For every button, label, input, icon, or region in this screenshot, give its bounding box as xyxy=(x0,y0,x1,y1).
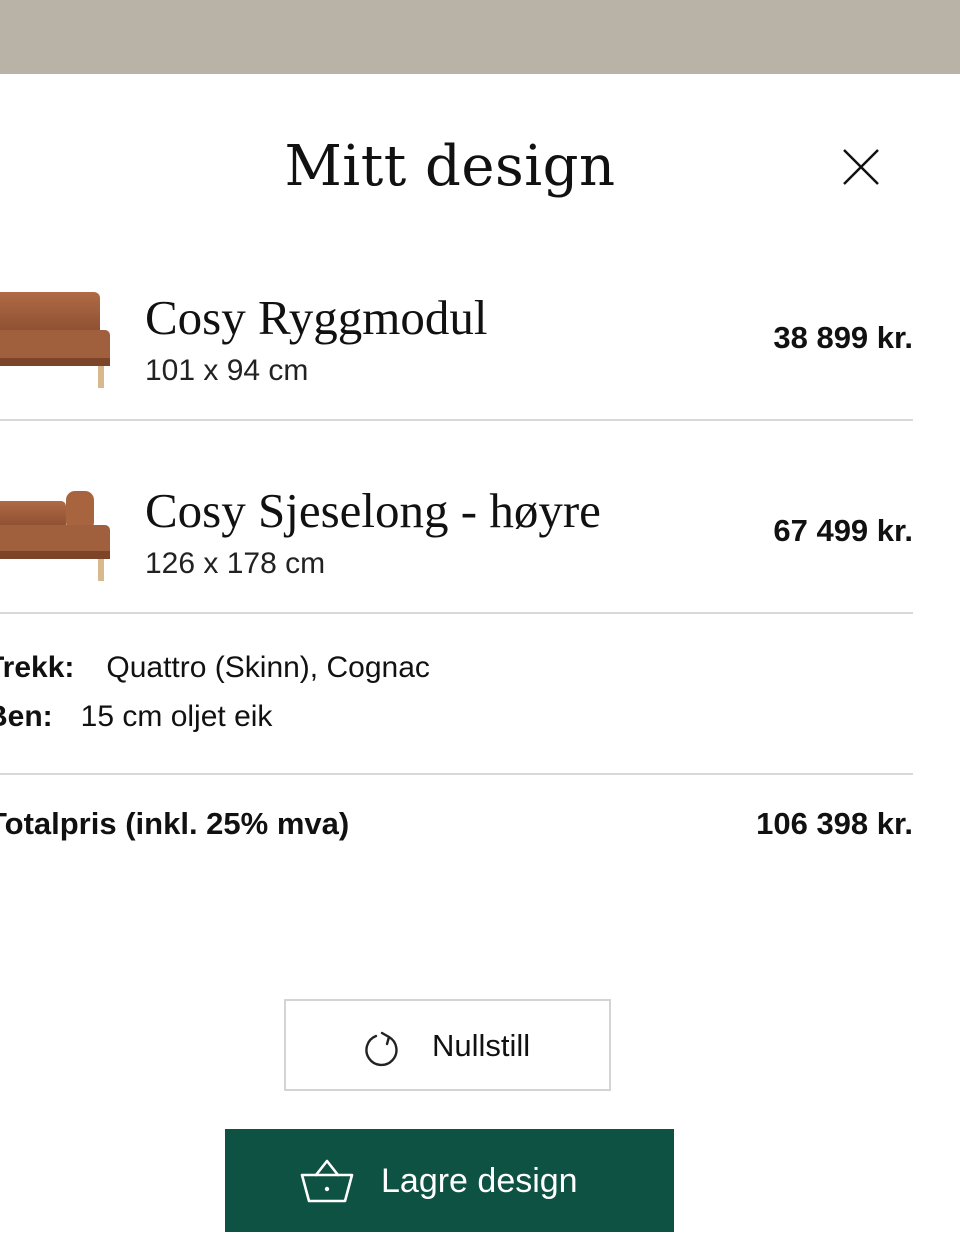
item-price: 38 899 kr. xyxy=(773,320,913,355)
spec-legs-value: 15 cm oljet eik xyxy=(80,700,273,733)
total-price-label: Totalpris (inkl. 25% mva) xyxy=(0,806,350,841)
modal-title: Mitt design xyxy=(284,134,616,199)
close-icon xyxy=(843,149,879,185)
basket-icon xyxy=(299,1157,355,1205)
close-button[interactable] xyxy=(838,144,884,190)
total-price-value: 106 398 kr. xyxy=(756,806,913,841)
spec-upholstery-value: Quattro (Skinn), Cognac xyxy=(106,651,430,684)
chaise-longue-right-image xyxy=(0,477,114,587)
page-backdrop xyxy=(0,0,960,74)
design-item: Cosy Sjeselong - høyre 126 x 178 cm 67 4… xyxy=(0,477,913,597)
design-summary-modal: Mitt design Cosy Ryggmodul 101 x 94 cm 3… xyxy=(0,74,960,1236)
design-item: Cosy Ryggmodul 101 x 94 cm 38 899 kr. xyxy=(0,284,913,404)
divider xyxy=(0,612,913,614)
divider xyxy=(0,773,913,775)
divider xyxy=(0,419,913,421)
save-design-button-label: Lagre design xyxy=(381,1162,578,1200)
spec-legs-label: Ben: xyxy=(0,700,53,733)
save-design-button[interactable]: Lagre design xyxy=(225,1129,674,1232)
reset-button[interactable]: Nullstill xyxy=(284,999,611,1091)
reset-icon xyxy=(362,1029,402,1069)
item-name: Cosy Ryggmodul xyxy=(145,290,488,345)
item-price: 67 499 kr. xyxy=(773,513,913,548)
item-dimensions: 126 x 178 cm xyxy=(145,547,326,580)
reset-button-label: Nullstill xyxy=(432,1028,531,1063)
item-name: Cosy Sjeselong - høyre xyxy=(145,483,601,538)
spec-upholstery: Trekk: Quattro (Skinn), Cognac xyxy=(0,650,430,686)
spec-legs: Ben: 15 cm oljet eik xyxy=(0,699,272,735)
sofa-back-module-image xyxy=(0,284,114,394)
item-dimensions: 101 x 94 cm xyxy=(145,354,309,387)
spec-upholstery-label: Trekk: xyxy=(0,651,75,684)
